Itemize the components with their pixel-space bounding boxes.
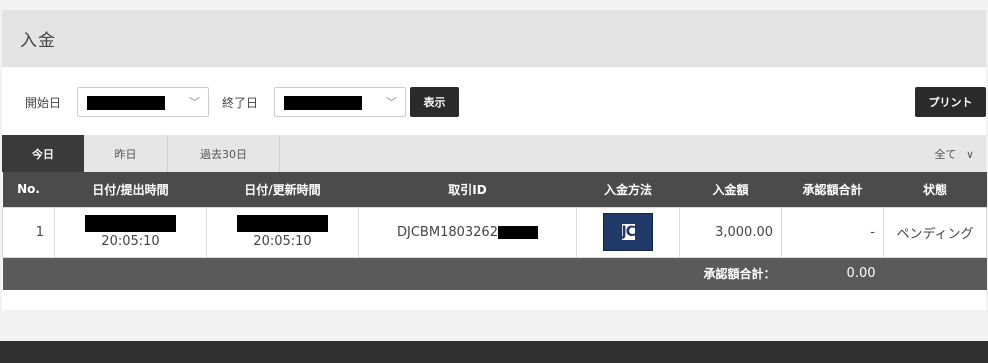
show-button[interactable]: 表示 [410, 87, 459, 117]
col-method: 入金方法 [603, 182, 652, 197]
cell-status: ペンディング [883, 206, 987, 258]
start-date-select[interactable]: ﹀ [77, 87, 209, 117]
redacted-id-suffix [497, 225, 538, 239]
chevron-down-icon: ﹀ [189, 96, 200, 109]
page-title: 入金 [20, 31, 56, 51]
col-status: 状態 [922, 182, 947, 197]
chevron-down-icon: ∨ [965, 148, 974, 161]
col-transaction-id: 取引ID [448, 182, 487, 197]
jcb-logo-icon: JCB [603, 213, 653, 251]
col-approved-total: 承認額合計 [802, 182, 863, 197]
cell-approved-total: - [781, 206, 884, 258]
cell-updated: 20:05:10 [206, 206, 359, 258]
table-row: 1 20:05:10 20:05:10 DJCBM1803262 JCB 3,0… [2, 206, 987, 258]
footer-bar [0, 341, 988, 363]
status-filter-value: 全て [934, 148, 957, 161]
date-filter-bar: 開始日 ﹀ 終了日 ﹀ 表示 プリント [2, 87, 986, 117]
start-date-label: 開始日 [25, 96, 62, 110]
tab-today[interactable]: 今日 [2, 135, 84, 172]
period-tabs: 今日 昨日 過去30日 全て ∨ [2, 135, 986, 172]
tab-last-30-days[interactable]: 過去30日 [168, 135, 280, 172]
cell-amount: 3,000.00 [679, 206, 782, 258]
transaction-id-prefix: DJCBM1803262 [397, 224, 498, 240]
col-submitted-time: 日付/提出時間 [92, 182, 169, 197]
submitted-time: 20:05:10 [101, 234, 160, 249]
deposit-table: No. 日付/提出時間 日付/更新時間 取引ID 入金方法 入金額 承認額合計 … [2, 172, 987, 290]
end-date-select[interactable]: ﹀ [274, 87, 406, 117]
table-header-row: No. 日付/提出時間 日付/更新時間 取引ID 入金方法 入金額 承認額合計 … [2, 172, 987, 207]
col-amount: 入金額 [712, 182, 749, 197]
total-label: 承認額合計： [703, 267, 776, 282]
status-filter-dropdown[interactable]: 全て ∨ [934, 146, 974, 162]
jcb-logo-text: JCB [621, 224, 646, 240]
redacted-date [237, 215, 328, 232]
col-updated-time: 日付/更新時間 [244, 182, 321, 197]
col-no: No. [17, 182, 40, 197]
redacted-value [87, 96, 165, 110]
total-row: 承認額合計： 0.00 [2, 257, 987, 290]
print-button[interactable]: プリント [915, 87, 986, 117]
end-date-label: 終了日 [222, 96, 259, 110]
redacted-date [85, 215, 176, 232]
cell-method: JCB [576, 206, 680, 258]
page-header: 入金 [2, 10, 986, 67]
tab-yesterday[interactable]: 昨日 [84, 135, 168, 172]
redacted-value [284, 96, 362, 110]
cell-submitted: 20:05:10 [54, 206, 207, 258]
cell-no: 1 [2, 206, 55, 258]
deposit-panel: 入金 開始日 ﹀ 終了日 ﹀ 表示 プリント 今日 昨日 過去30日 全て ∨ [2, 10, 987, 310]
updated-time: 20:05:10 [253, 234, 312, 249]
total-value: 0.00 [846, 266, 876, 282]
cell-transaction-id: DJCBM1803262 [358, 206, 577, 258]
chevron-down-icon: ﹀ [386, 96, 397, 109]
